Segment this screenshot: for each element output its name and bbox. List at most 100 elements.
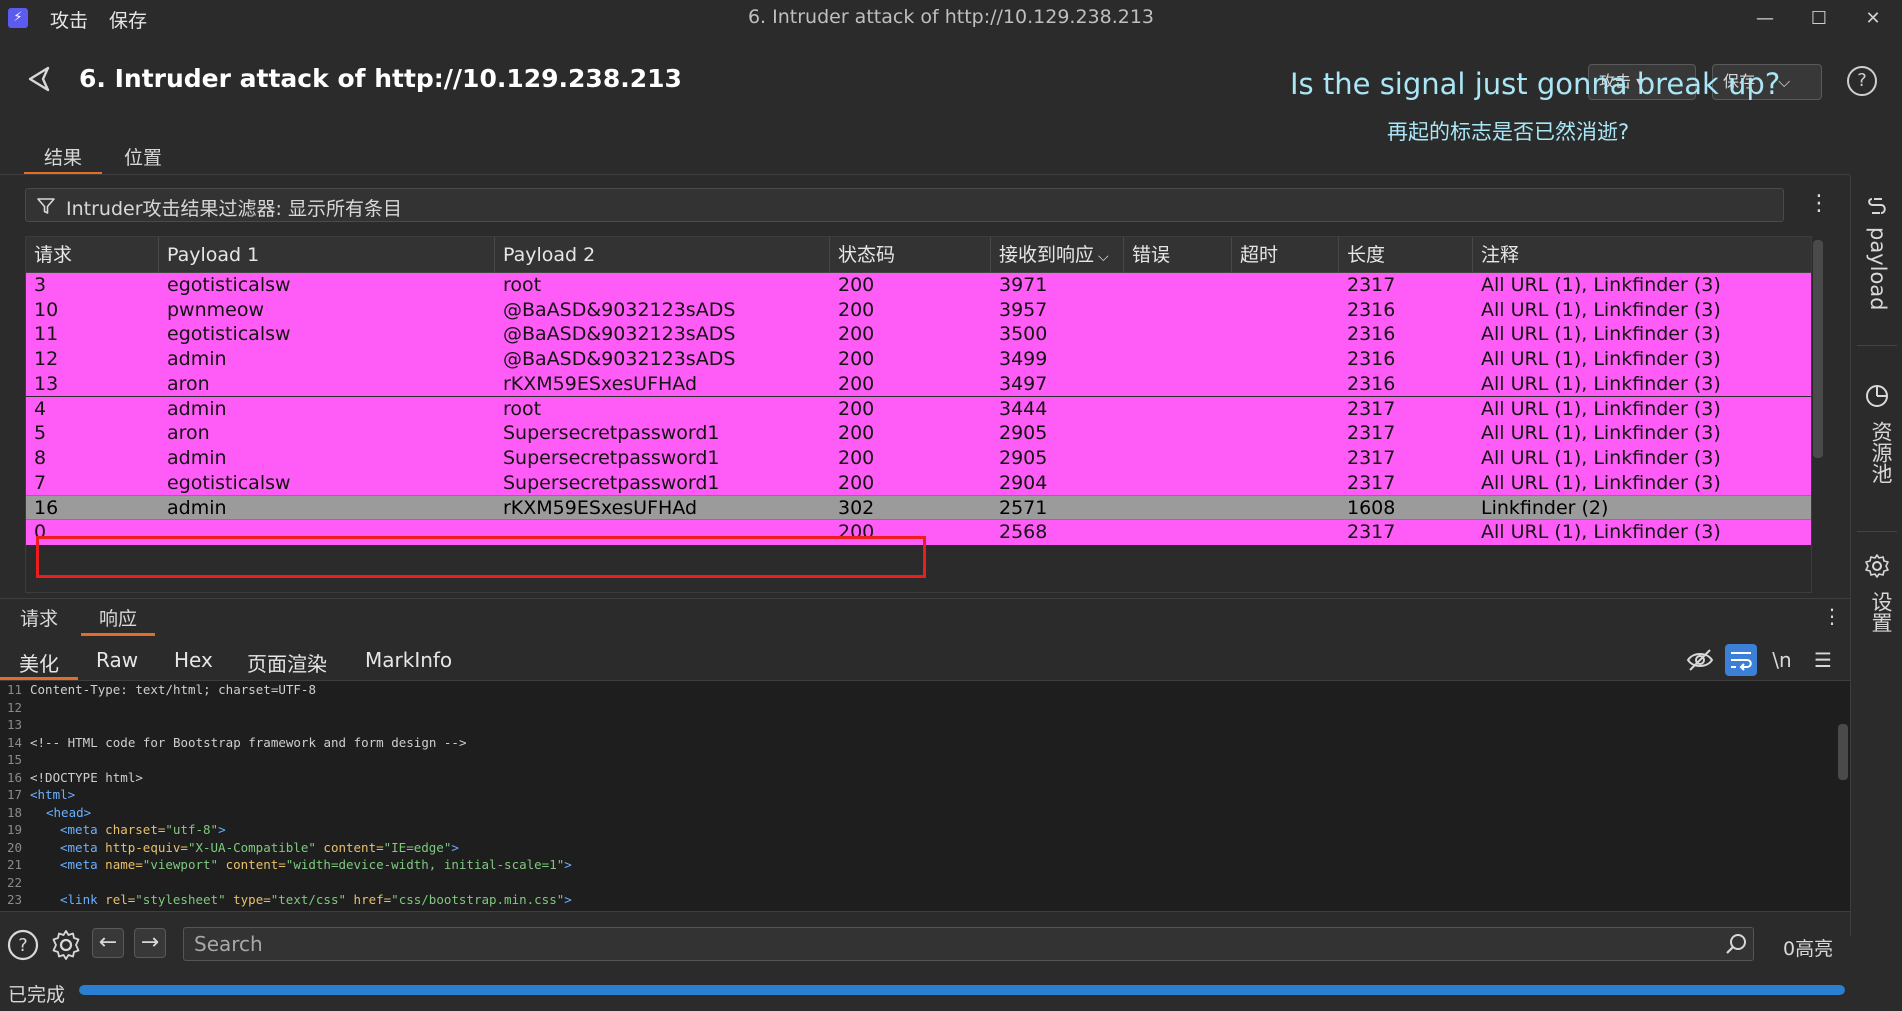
table-row[interactable]: 13 aron rKXM59ESxesUFHAd 200 3497 2316 All URL… (26, 371, 1811, 397)
code-line: 22 (6, 874, 22, 890)
table-row[interactable]: 8 admin Supersecretpassword1 200 2905 2317 All… (26, 445, 1811, 471)
table-cell-req: 10 (34, 298, 59, 321)
code-scrollbar-thumb[interactable] (1838, 724, 1848, 780)
progress-bar (79, 985, 1845, 995)
settings-gear-icon[interactable] (49, 928, 83, 962)
table-cell-note: All URL (1), Linkfinder (3) (1481, 446, 1721, 469)
more-options-icon[interactable]: ⋮ (1808, 190, 1830, 220)
maximize-icon[interactable]: ☐ (1799, 3, 1839, 35)
table-cell-p1 (159, 520, 495, 545)
tab-results[interactable]: 结果 (24, 143, 103, 175)
next-arrow-icon[interactable]: → (134, 928, 166, 958)
hide-eye-icon[interactable] (1684, 644, 1716, 676)
table-cell-note: All URL (1), Linkfinder (3) (1481, 323, 1721, 346)
table-cell-recv: 3499 (999, 348, 1048, 371)
svg-text:?: ? (18, 935, 28, 956)
column-timeout[interactable]: 超时 (1232, 237, 1339, 273)
table-row[interactable]: 12 admin @BaASD&9032123sADS 200 3499 2316 All … (26, 347, 1811, 372)
tab-request[interactable]: 请求 (2, 604, 76, 636)
tab-pretty[interactable]: 美化 (0, 648, 78, 680)
code-line: 15 (6, 752, 22, 767)
menu-save[interactable]: 保存 (109, 6, 147, 33)
payload-icon[interactable] (1864, 193, 1890, 219)
table-cell-req: 5 (34, 422, 47, 445)
tab-response[interactable]: 响应 (81, 604, 156, 636)
column-length[interactable]: 长度 (1339, 237, 1473, 273)
table-cell-p2: rKXM59ESxesUFHAd (503, 497, 698, 520)
table-cell-req: 11 (34, 323, 59, 346)
table-cell-recv: 2904 (999, 471, 1048, 494)
table-cell-timeout (1232, 298, 1339, 323)
table-row[interactable]: 7 egotisticalsw Supersecretpassword1 200 290… (26, 470, 1811, 496)
column-received-label: 接收到响应 (999, 244, 1095, 266)
tab-hex[interactable]: Hex (155, 648, 232, 680)
send-back-icon[interactable] (24, 64, 54, 94)
column-status[interactable]: 状态码 (830, 237, 991, 273)
column-comment[interactable]: 注释 (1473, 237, 1811, 273)
previous-arrow-icon[interactable]: ← (92, 928, 124, 958)
table-cell-len: 2317 (1347, 397, 1396, 420)
search-input[interactable] (183, 927, 1754, 961)
tab-render[interactable]: 页面渲染 (228, 648, 346, 680)
table-row[interactable]: 4 admin root 200 3444 2317 All URL (1), Linkfi… (26, 396, 1811, 422)
word-wrap-icon[interactable] (1725, 644, 1757, 676)
table-cell-timeout (1232, 347, 1339, 372)
app-logo-icon: ⚡ (8, 8, 28, 28)
search-icon[interactable] (1724, 932, 1748, 956)
table-row[interactable]: 11 egotisticalsw @BaASD&9032123sADS 200 3500… (26, 322, 1811, 348)
progress-fill (79, 985, 1845, 995)
more-options-icon[interactable]: ⋮ (1822, 604, 1842, 632)
column-error[interactable]: 错误 (1124, 237, 1232, 273)
column-payload1[interactable]: Payload 1 (159, 237, 495, 273)
table-scrollbar-thumb[interactable] (1813, 240, 1823, 458)
newline-toggle-icon[interactable]: \n (1766, 644, 1798, 676)
table-cell-err (1124, 273, 1232, 298)
table-cell-p2: @BaASD&9032123sADS (503, 298, 736, 321)
table-cell-timeout (1232, 372, 1339, 397)
minimize-icon[interactable]: — (1745, 3, 1785, 35)
sidebar-label-payload[interactable]: payload (1866, 227, 1890, 311)
table-row[interactable]: 3 egotisticalsw root 200 3971 2317 All URL (1)… (26, 273, 1811, 298)
sidebar-label-settings[interactable]: 设置 (1866, 591, 1896, 633)
tab-positions[interactable]: 位置 (104, 143, 182, 175)
table-cell-len: 2316 (1347, 323, 1396, 346)
table-cell-recv: 2905 (999, 422, 1048, 445)
table-body: 3 egotisticalsw root 200 3971 2317 All URL (1)… (26, 273, 1811, 592)
column-request[interactable]: 请求 (26, 237, 159, 273)
table-cell-err (1124, 421, 1232, 446)
table-cell-p2: Supersecretpassword1 (503, 422, 720, 445)
table-row-selected[interactable]: 16 admin rKXM59ESxesUFHAd 302 2571 1608 Linkfi… (26, 495, 1811, 520)
column-payload2[interactable]: Payload 2 (495, 237, 830, 273)
code-line: 17 <html> (6, 787, 76, 802)
table-cell-status: 200 (838, 446, 875, 469)
table-cell-note: All URL (1), Linkfinder (3) (1481, 298, 1721, 321)
table-cell-p1: admin (167, 446, 227, 469)
table-cell-p2: root (503, 397, 542, 420)
table-cell-req: 13 (34, 372, 59, 395)
sidebar-label-resources[interactable]: 资源池 (1866, 421, 1896, 484)
table-cell-note: All URL (1), Linkfinder (3) (1481, 471, 1721, 494)
column-received[interactable]: 接收到响应 ⌵ (991, 237, 1124, 273)
table-cell-recv: 3971 (999, 274, 1048, 296)
table-cell-recv: 2905 (999, 446, 1048, 469)
table-cell-recv: 3497 (999, 372, 1048, 395)
settings-gear-icon[interactable] (1864, 553, 1890, 579)
response-code-view[interactable]: 11 Content-Type: text/html; charset=UTF-8… (0, 681, 1850, 911)
table-cell-note: All URL (1), Linkfinder (3) (1481, 397, 1721, 420)
tab-markinfo[interactable]: MarkInfo (346, 648, 471, 680)
close-icon[interactable]: ✕ (1853, 3, 1893, 35)
help-icon[interactable]: ? (1847, 66, 1877, 96)
results-filter-bar[interactable]: Intruder攻击结果过滤器: 显示所有条目 (25, 188, 1784, 222)
help-icon[interactable]: ? (6, 928, 40, 962)
table-row[interactable]: 10 pwnmeow @BaASD&9032123sADS 200 3957 2316 Al… (26, 297, 1811, 323)
table-row[interactable]: 5 aron Supersecretpassword1 200 2905 2317 All … (26, 421, 1811, 446)
table-cell-err (1124, 471, 1232, 496)
resource-pool-icon[interactable] (1864, 383, 1890, 409)
table-cell-p2: root (503, 274, 542, 296)
menu-attack[interactable]: 攻击 (50, 6, 88, 33)
menu-lines-icon[interactable]: ☰ (1807, 644, 1839, 676)
table-row[interactable]: 0 200 2568 2317 All URL (1), Linkfinder (3) (26, 520, 1811, 545)
table-cell-p1: aron (167, 422, 210, 445)
table-cell-err (1124, 397, 1232, 422)
tab-raw[interactable]: Raw (77, 648, 157, 680)
